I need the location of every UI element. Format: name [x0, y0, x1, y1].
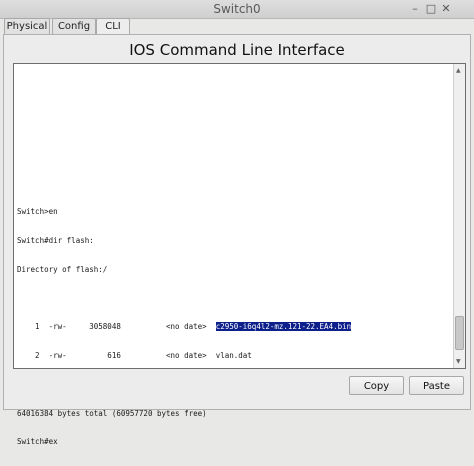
minimize-icon[interactable]: – — [408, 2, 422, 16]
scroll-down-icon[interactable]: ▼ — [456, 358, 461, 365]
tab-physical[interactable]: Physical — [4, 18, 50, 35]
file-row-info: 2 -rw- 616 <no date> — [17, 351, 216, 361]
terminal-output: Switch>en Switch#dir flash: Directory of… — [17, 188, 352, 466]
filename: vlan.dat — [215, 351, 252, 361]
scrollbar-thumb[interactable] — [455, 316, 464, 350]
terminal-line: 64016384 bytes total (60957720 bytes fre… — [17, 408, 207, 418]
selected-filename: c2950-i6q4l2-mz.121-22.EA4.bin — [215, 322, 352, 332]
tab-config[interactable]: Config — [52, 18, 96, 35]
cli-panel: IOS Command Line Interface Switch>en Swi… — [3, 34, 471, 446]
file-row: 2 -rw- 616 <no date> vlan.dat — [17, 351, 351, 361]
terminal-line: Switch#ex — [17, 437, 58, 447]
scroll-up-icon[interactable]: ▲ — [456, 67, 461, 74]
terminal-area[interactable]: Switch>en Switch#dir flash: Directory of… — [13, 63, 466, 446]
file-row-info: 1 -rw- 3058048 <no date> — [17, 322, 216, 332]
terminal-line: Switch>en — [17, 207, 58, 217]
panel-title: IOS Command Line Interface — [129, 41, 345, 59]
window-title: Switch0 — [213, 2, 261, 16]
terminal-line: Directory of flash:/ — [17, 264, 108, 274]
file-row: 1 -rw- 3058048 <no date> c2950-i6q4l2-mz… — [17, 322, 352, 332]
terminal-line: Switch#dir flash: — [17, 235, 94, 245]
terminal-scrollbar[interactable]: ▲ ▼ — [453, 64, 465, 368]
close-icon[interactable]: ✕ — [439, 2, 453, 16]
title-bar: Switch0 – □ ✕ — [0, 0, 474, 19]
maximize-icon[interactable]: □ — [424, 2, 438, 16]
paste-button[interactable]: Paste — [409, 376, 464, 395]
copy-button[interactable]: Copy — [349, 376, 404, 395]
